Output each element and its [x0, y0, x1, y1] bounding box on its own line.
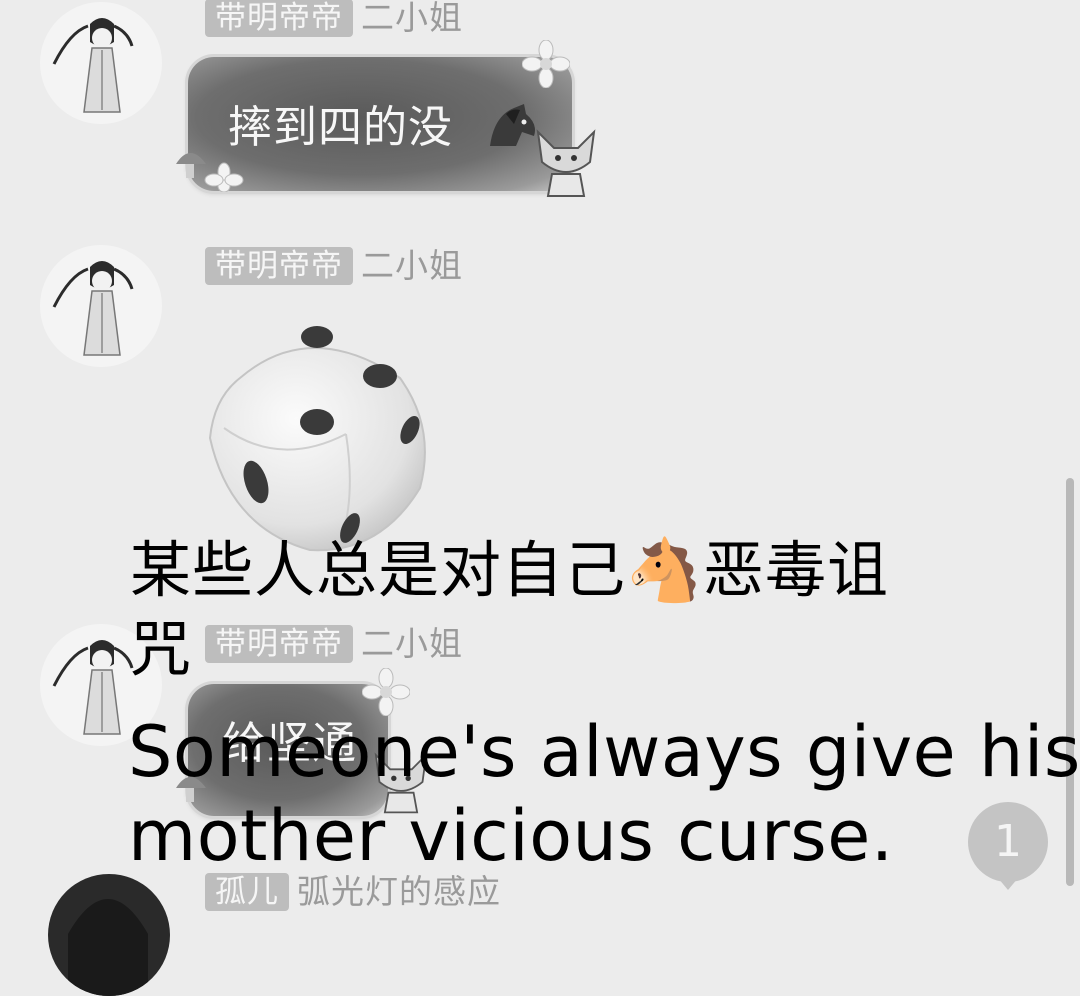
sender-meta: 带明帝帝 二小姐 — [205, 246, 463, 286]
sender-nickname[interactable]: 弧光灯的感应 — [297, 873, 501, 911]
group-title-tag: 带明帝帝 — [205, 625, 353, 663]
sender-meta: 孤儿 弧光灯的感应 — [205, 872, 501, 912]
group-title-tag: 孤儿 — [205, 873, 289, 911]
girl-avatar-icon — [52, 261, 134, 356]
sender-meta: 带明帝帝 二小姐 — [205, 0, 463, 38]
caption-chinese-line1: 某些人总是对自己🐴恶毒诅 — [130, 535, 889, 606]
sender-avatar[interactable] — [48, 874, 170, 996]
caption-chinese-line2: 咒 — [130, 614, 192, 685]
caption-english-line1: Someone's always give his — [128, 711, 1080, 793]
flower-decoration-icon — [522, 40, 570, 88]
mushroom-decoration-icon — [176, 153, 244, 192]
sender-avatar[interactable] — [40, 2, 162, 124]
girl-avatar-icon — [52, 18, 134, 113]
flower-decoration-icon — [362, 668, 410, 716]
unread-message-badge[interactable]: 1 — [968, 802, 1050, 890]
sender-nickname[interactable]: 二小姐 — [361, 625, 463, 663]
fox-mascot-icon — [536, 129, 596, 197]
sender-avatar[interactable] — [40, 245, 162, 367]
unread-count: 1 — [994, 816, 1022, 867]
sender-meta: 带明帝帝 二小姐 — [205, 624, 463, 664]
group-title-tag: 带明帝帝 — [205, 247, 353, 285]
user-avatar-icon — [68, 899, 148, 996]
caption-english-line2: mother vicious curse. — [128, 795, 894, 877]
message-text: 摔到四的没 — [228, 102, 453, 153]
group-title-tag: 带明帝帝 — [205, 0, 353, 37]
sender-nickname[interactable]: 二小姐 — [361, 247, 463, 285]
scrollbar-thumb[interactable] — [1066, 478, 1074, 886]
sender-nickname[interactable]: 二小姐 — [361, 0, 463, 37]
dice-icon[interactable] — [200, 318, 440, 558]
